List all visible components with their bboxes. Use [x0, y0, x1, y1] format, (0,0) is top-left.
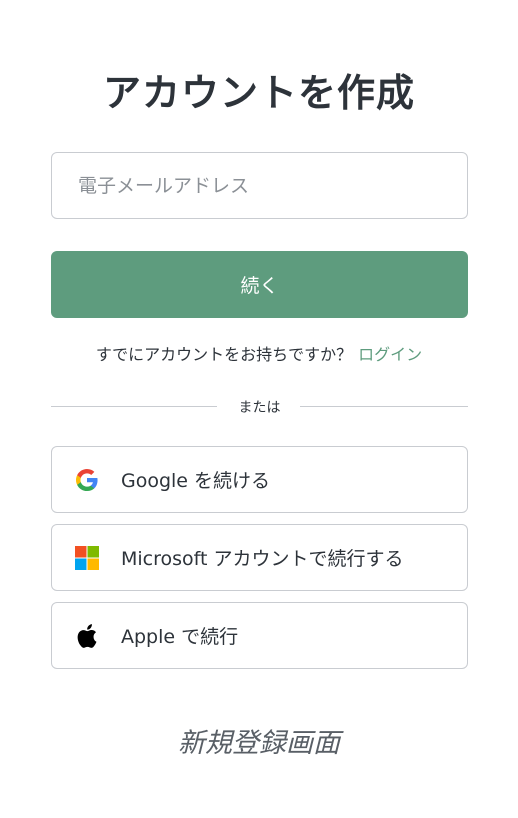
- divider-text: または: [238, 400, 281, 416]
- or-divider: または: [51, 396, 468, 416]
- microsoft-icon: [74, 545, 100, 571]
- screen-caption: 新規登録画面: [178, 728, 340, 759]
- page-title: アカウントを作成: [102, 71, 415, 115]
- email-field[interactable]: [51, 152, 468, 219]
- google-button-label: Google を続ける: [121, 470, 271, 492]
- login-prompt: すでにアカウントをお持ちですか？ ログイン: [0, 341, 518, 365]
- microsoft-button-label: Microsoft アカウントで続行する: [121, 548, 404, 570]
- google-icon: [74, 467, 100, 493]
- apple-button-label: Apple で続行: [121, 626, 239, 648]
- continue-button[interactable]: 続く: [51, 251, 468, 318]
- apple-continue-button[interactable]: Apple で続行: [51, 602, 468, 669]
- divider-line-right: [300, 406, 468, 407]
- google-continue-button[interactable]: Google を続ける: [51, 446, 468, 513]
- login-link[interactable]: ログイン: [358, 345, 422, 364]
- apple-icon: [74, 623, 100, 649]
- login-prompt-text: すでにアカウントをお持ちですか？: [95, 345, 353, 364]
- microsoft-continue-button[interactable]: Microsoft アカウントで続行する: [51, 524, 468, 591]
